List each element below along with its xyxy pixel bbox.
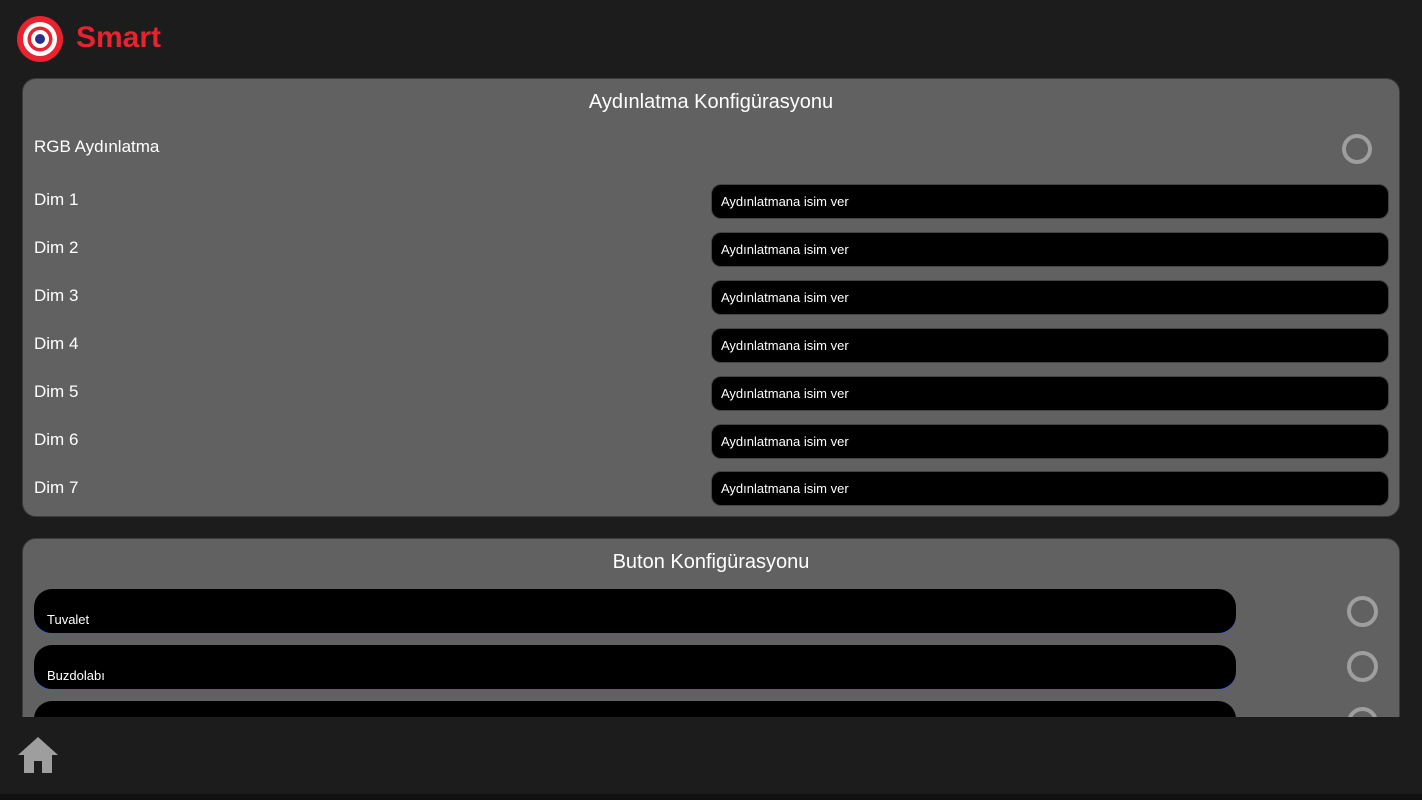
- app-title: Smart: [76, 21, 162, 54]
- bottom-nav-bar: [0, 717, 1422, 794]
- rgb-lighting-radio[interactable]: [1342, 134, 1372, 164]
- button-2-radio[interactable]: [1347, 651, 1378, 682]
- button-2-name-input[interactable]: [34, 645, 1236, 690]
- dim-5-name-input[interactable]: [711, 376, 1389, 411]
- settings-scroll-area[interactable]: Aydınlatma Konfigürasyonu RGB Aydınlatma…: [0, 76, 1422, 717]
- button-config-title: Buton Konfigürasyonu: [612, 551, 810, 573]
- dim-6-label: Dim 6: [34, 430, 79, 449]
- dim-1-label: Dim 1: [34, 190, 79, 209]
- dim-3-name-input[interactable]: [711, 280, 1389, 315]
- app-header: Smart: [0, 0, 1422, 76]
- rgb-lighting-label: RGB Aydınlatma: [34, 137, 160, 156]
- dim-2-name-input[interactable]: [711, 232, 1389, 267]
- button-3-name-input[interactable]: [34, 701, 1236, 717]
- lighting-config-card: Aydınlatma Konfigürasyonu RGB Aydınlatma…: [22, 78, 1400, 517]
- screen-bottom-edge: [0, 794, 1422, 800]
- dim-5-label: Dim 5: [34, 382, 79, 401]
- button-config-card: Buton Konfigürasyonu: [22, 538, 1400, 717]
- lighting-config-title: Aydınlatma Konfigürasyonu: [588, 91, 834, 113]
- dim-3-label: Dim 3: [34, 286, 79, 305]
- dim-6-name-input[interactable]: [711, 424, 1389, 459]
- dim-7-name-input[interactable]: [711, 471, 1389, 506]
- app-root: Smart Aydınlatma Konfigürasyonu RGB Aydı…: [0, 0, 1422, 800]
- dim-2-label: Dim 2: [34, 238, 79, 257]
- button-3-radio[interactable]: [1347, 707, 1378, 717]
- dim-4-name-input[interactable]: [711, 328, 1389, 363]
- dim-1-name-input[interactable]: [711, 184, 1389, 219]
- home-icon[interactable]: [16, 735, 60, 775]
- button-1-name-input[interactable]: [34, 589, 1236, 634]
- dim-4-label: Dim 4: [34, 334, 79, 353]
- dim-7-label: Dim 7: [34, 478, 79, 497]
- button-1-radio[interactable]: [1347, 596, 1378, 627]
- target-icon: [17, 16, 63, 62]
